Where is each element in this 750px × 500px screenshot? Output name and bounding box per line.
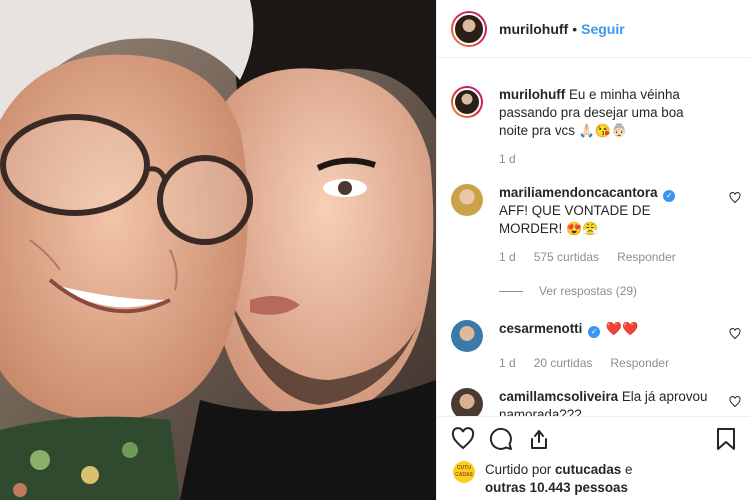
- comment-likes[interactable]: 575 curtidas: [534, 248, 599, 266]
- share-icon[interactable]: [527, 427, 551, 451]
- separator-dot: •: [572, 20, 578, 37]
- comment-emojis: 😍😤: [565, 221, 599, 236]
- bookmark-icon[interactable]: [715, 427, 737, 451]
- comment-meta: 1 d 20 curtidas Responder: [499, 354, 709, 372]
- comment-avatar[interactable]: [451, 388, 483, 416]
- comment-item: mariliamendoncacantora ✓ AFF! QUE VONTAD…: [451, 184, 741, 266]
- action-bar: CUTU CADAS Curtido por cutucadas e outra…: [437, 416, 750, 500]
- like-comment-icon[interactable]: [729, 192, 741, 204]
- comment-avatar[interactable]: [451, 320, 483, 352]
- view-replies-button[interactable]: Ver respostas (29): [499, 284, 637, 298]
- author-avatar[interactable]: [451, 10, 487, 47]
- verified-icon: ✓: [588, 326, 601, 338]
- caption-emojis: 🙏🏻😘👵🏻: [578, 123, 628, 138]
- post-photo[interactable]: [0, 0, 436, 500]
- action-icons: [451, 427, 551, 451]
- comment-username[interactable]: mariliamendoncacantora: [499, 185, 658, 200]
- liked-by-user[interactable]: cutucadas: [555, 462, 621, 477]
- liked-by-prefix: Curtido por: [485, 462, 552, 477]
- caption-time[interactable]: 1 d: [499, 150, 516, 168]
- post-header: murilohuff • Seguir: [437, 0, 750, 58]
- heart-icon[interactable]: [451, 427, 475, 451]
- caption-avatar[interactable]: [451, 86, 483, 118]
- comment-item: camillamcsoliveira Ela já aprovou namora…: [451, 388, 741, 416]
- caption-username[interactable]: murilohuff: [499, 87, 565, 102]
- reply-button[interactable]: Responder: [617, 248, 676, 266]
- comment-item: cesarmenotti ✓ ❤️❤️ 1 d 20 curtidas Resp…: [451, 320, 741, 372]
- liked-by: CUTU CADAS Curtido por cutucadas e outra…: [453, 461, 632, 497]
- liked-by-text: Curtido por cutucadas e outras 10.443 pe…: [485, 461, 632, 497]
- comments-list[interactable]: murilohuff Eu e minha véinha passando pr…: [437, 58, 750, 416]
- follow-button[interactable]: Seguir: [581, 21, 625, 37]
- comment-avatar[interactable]: [451, 184, 483, 216]
- like-comment-icon[interactable]: [729, 328, 741, 340]
- liked-by-suffix: e: [624, 462, 633, 477]
- comment-username[interactable]: camillamcsoliveira: [499, 389, 618, 404]
- comment-time[interactable]: 1 d: [499, 354, 516, 372]
- verified-icon: ✓: [663, 190, 676, 202]
- liked-by-others[interactable]: outras 10.443 pessoas: [485, 480, 628, 495]
- post-panel: murilohuff • Seguir murilohuff Eu e minh…: [436, 0, 750, 500]
- replies-line: [499, 290, 523, 292]
- save-button[interactable]: [715, 427, 737, 451]
- view-replies-label: Ver respostas (29): [539, 284, 638, 298]
- comment-emojis: ❤️❤️: [605, 321, 639, 336]
- comment-likes[interactable]: 20 curtidas: [534, 354, 593, 372]
- reply-button[interactable]: Responder: [610, 354, 669, 372]
- like-comment-icon[interactable]: [729, 396, 741, 408]
- author-username[interactable]: murilohuff: [499, 21, 568, 37]
- comment-icon[interactable]: [489, 427, 513, 451]
- comment-meta: 1 d 575 curtidas Responder: [499, 248, 709, 266]
- comment-username[interactable]: cesarmenotti: [499, 321, 582, 336]
- comment-time[interactable]: 1 d: [499, 248, 516, 266]
- photo-illustration: [0, 0, 436, 500]
- liked-by-avatar[interactable]: CUTU CADAS: [453, 461, 475, 483]
- caption: murilohuff Eu e minha véinha passando pr…: [451, 86, 741, 168]
- caption-meta: 1 d: [499, 150, 709, 168]
